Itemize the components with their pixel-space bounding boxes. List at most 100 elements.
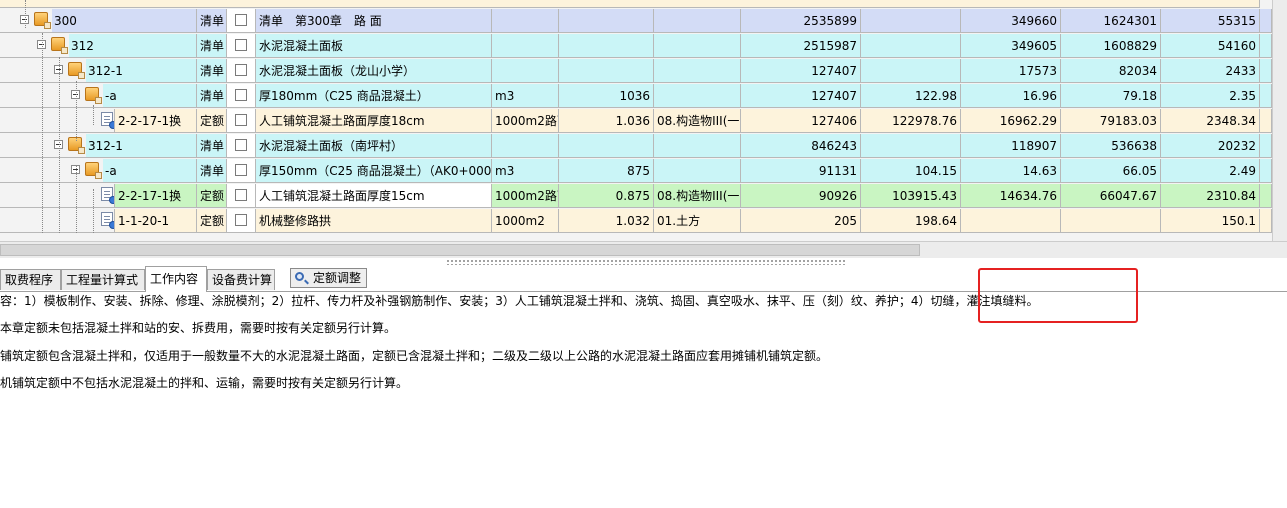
cell-name[interactable]: 机械整修路拱 — [256, 209, 492, 233]
tab-quantity-formula[interactable]: 工程量计算式 — [61, 269, 145, 290]
table-row[interactable]: 2-2-17-1换定额 人工铺筑混凝土路面厚度15cm1000m2路面0.8750… — [0, 184, 1287, 208]
cell-c3[interactable]: 16.96 — [961, 84, 1061, 108]
row-checkbox[interactable] — [235, 214, 247, 226]
cell-unit[interactable] — [492, 34, 559, 58]
cell-rate[interactable] — [654, 84, 741, 108]
cell-c5[interactable]: 2310.84 — [1161, 184, 1260, 208]
table-row[interactable]: 2-2-17-1换定额 人工铺筑混凝土路面厚度18cm1000m2路面1.0360… — [0, 109, 1287, 133]
cell-rate[interactable] — [654, 59, 741, 83]
panel-splitter-handle[interactable] — [446, 259, 846, 265]
cell-qty[interactable]: 1.032 — [559, 209, 654, 233]
cell-c1[interactable]: 127407 — [741, 59, 861, 83]
cell-type[interactable]: 清单 — [197, 159, 227, 183]
cell-c2[interactable]: 122.98 — [861, 84, 961, 108]
cell-rate[interactable]: 08.构造物III(一 — [654, 184, 741, 208]
cell-unit[interactable]: m3 — [492, 84, 559, 108]
cell-unit[interactable] — [492, 9, 559, 33]
cell-code[interactable]: 2-2-17-1换 — [115, 109, 197, 133]
table-row[interactable]: -a 清单 厚180mm（C25 商品混凝土） m3 1036 127407 122.98 1… — [0, 84, 1287, 108]
cell-name[interactable]: 水泥混凝土面板（龙山小学） — [256, 59, 492, 83]
table-row[interactable]: 1-1-20-1 定额 机械整修路拱 1000m2 1.032 01.土方 205 198.6… — [0, 209, 1287, 233]
table-row[interactable]: 312-1 清单 水泥混凝土面板（南坪村） 846243 118907 536638 202… — [0, 134, 1287, 158]
cell-c1[interactable]: 90926 — [741, 184, 861, 208]
horizontal-scrollbar[interactable] — [0, 241, 1287, 258]
tab-work-content[interactable]: 工作内容 — [145, 266, 207, 292]
cell-qty[interactable]: 1036 — [559, 84, 654, 108]
cell-c2[interactable] — [861, 34, 961, 58]
row-checkbox[interactable] — [235, 14, 247, 26]
cell-name[interactable]: 水泥混凝土面板（南坪村） — [256, 134, 492, 158]
cell-c4[interactable]: 1608829 — [1061, 34, 1161, 58]
cell-c1[interactable]: 91131 — [741, 159, 861, 183]
cell-type[interactable]: 定额 — [197, 184, 227, 208]
cell-rate[interactable]: 01.土方 — [654, 209, 741, 233]
cell-c3[interactable]: 16962.29 — [961, 109, 1061, 133]
tab-equipment-fee[interactable]: 设备费计算 — [207, 269, 275, 290]
cell-name[interactable]: 清单 第300章 路 面 — [256, 9, 492, 33]
cell-type[interactable]: 定额 — [197, 209, 227, 233]
cell-c5[interactable]: 2433 — [1161, 59, 1260, 83]
cell-c3[interactable] — [961, 209, 1061, 233]
tree-cell[interactable]: 300 — [0, 9, 197, 33]
cell-code[interactable]: 1-1-20-1 — [115, 209, 197, 233]
cell-rate[interactable] — [654, 159, 741, 183]
tree-cell[interactable] — [0, 109, 115, 133]
cell-c1[interactable]: 205 — [741, 209, 861, 233]
cell-qty[interactable]: 0.875 — [559, 184, 654, 208]
cell-rate[interactable]: 08.构造物III(一 — [654, 109, 741, 133]
cell-c2[interactable] — [861, 59, 961, 83]
tree-cell[interactable]: -a — [0, 84, 197, 108]
cell-name[interactable]: 厚180mm（C25 商品混凝土） — [256, 84, 492, 108]
cell-type[interactable]: 清单 — [197, 9, 227, 33]
cell-c2[interactable]: 103915.43 — [861, 184, 961, 208]
cell-c4[interactable] — [1061, 209, 1161, 233]
cell-unit[interactable] — [492, 59, 559, 83]
cell-c1[interactable]: 846243 — [741, 134, 861, 158]
table-row[interactable] — [0, 0, 1287, 8]
cell-c2[interactable]: 198.64 — [861, 209, 961, 233]
cell-unit[interactable]: 1000m2路面 — [492, 184, 559, 208]
cell-type[interactable]: 清单 — [197, 34, 227, 58]
tree-cell[interactable]: 312 — [0, 34, 197, 58]
cell-name[interactable]: 人工铺筑混凝土路面厚度15cm — [256, 184, 492, 208]
cell-c2[interactable]: 122978.76 — [861, 109, 961, 133]
tab-fee-procedure[interactable]: 取费程序 — [0, 269, 61, 290]
cell-c3[interactable]: 17573 — [961, 59, 1061, 83]
quota-tree-grid[interactable]: 300 清单 清单 第300章 路 面 2535899 349660 1624301 553… — [0, 0, 1287, 241]
cell-c5[interactable]: 2.49 — [1161, 159, 1260, 183]
row-checkbox[interactable] — [235, 164, 247, 176]
cell-c4[interactable]: 1624301 — [1061, 9, 1161, 33]
cell-name[interactable]: 人工铺筑混凝土路面厚度18cm — [256, 109, 492, 133]
cell-c5[interactable]: 20232 — [1161, 134, 1260, 158]
cell-c1[interactable]: 2535899 — [741, 9, 861, 33]
tree-cell[interactable] — [0, 184, 115, 208]
cell-c1[interactable]: 127407 — [741, 84, 861, 108]
cell-name[interactable]: 水泥混凝土面板 — [256, 34, 492, 58]
cell-qty[interactable]: 875 — [559, 159, 654, 183]
cell-unit[interactable]: 1000m2路面 — [492, 109, 559, 133]
cell-unit[interactable] — [492, 134, 559, 158]
cell-c5[interactable]: 2.35 — [1161, 84, 1260, 108]
cell-code[interactable]: 2-2-17-1换 — [115, 184, 197, 208]
cell-c4[interactable]: 66.05 — [1061, 159, 1161, 183]
cell-c4[interactable]: 82034 — [1061, 59, 1161, 83]
row-checkbox[interactable] — [235, 139, 247, 151]
row-checkbox[interactable] — [235, 189, 247, 201]
cell-c1[interactable]: 2515987 — [741, 34, 861, 58]
cell-c3[interactable]: 14634.76 — [961, 184, 1061, 208]
scrollbar-thumb[interactable] — [0, 244, 920, 256]
cell-c3[interactable]: 349660 — [961, 9, 1061, 33]
cell-c3[interactable]: 118907 — [961, 134, 1061, 158]
cell-type[interactable]: 清单 — [197, 134, 227, 158]
row-checkbox[interactable] — [235, 114, 247, 126]
cell-type[interactable]: 定额 — [197, 109, 227, 133]
table-row[interactable]: -a 清单 厚150mm（C25 商品混凝土）（AK0+000～AK0m3875 91… — [0, 159, 1287, 183]
row-checkbox[interactable] — [235, 64, 247, 76]
cell-c3[interactable]: 14.63 — [961, 159, 1061, 183]
cell-rate[interactable] — [654, 34, 741, 58]
cell-type[interactable]: 清单 — [197, 84, 227, 108]
cell-c5[interactable]: 55315 — [1161, 9, 1260, 33]
cell-unit[interactable]: m3 — [492, 159, 559, 183]
table-row[interactable]: 300 清单 清单 第300章 路 面 2535899 349660 1624301 553… — [0, 9, 1287, 33]
cell-qty[interactable] — [559, 134, 654, 158]
